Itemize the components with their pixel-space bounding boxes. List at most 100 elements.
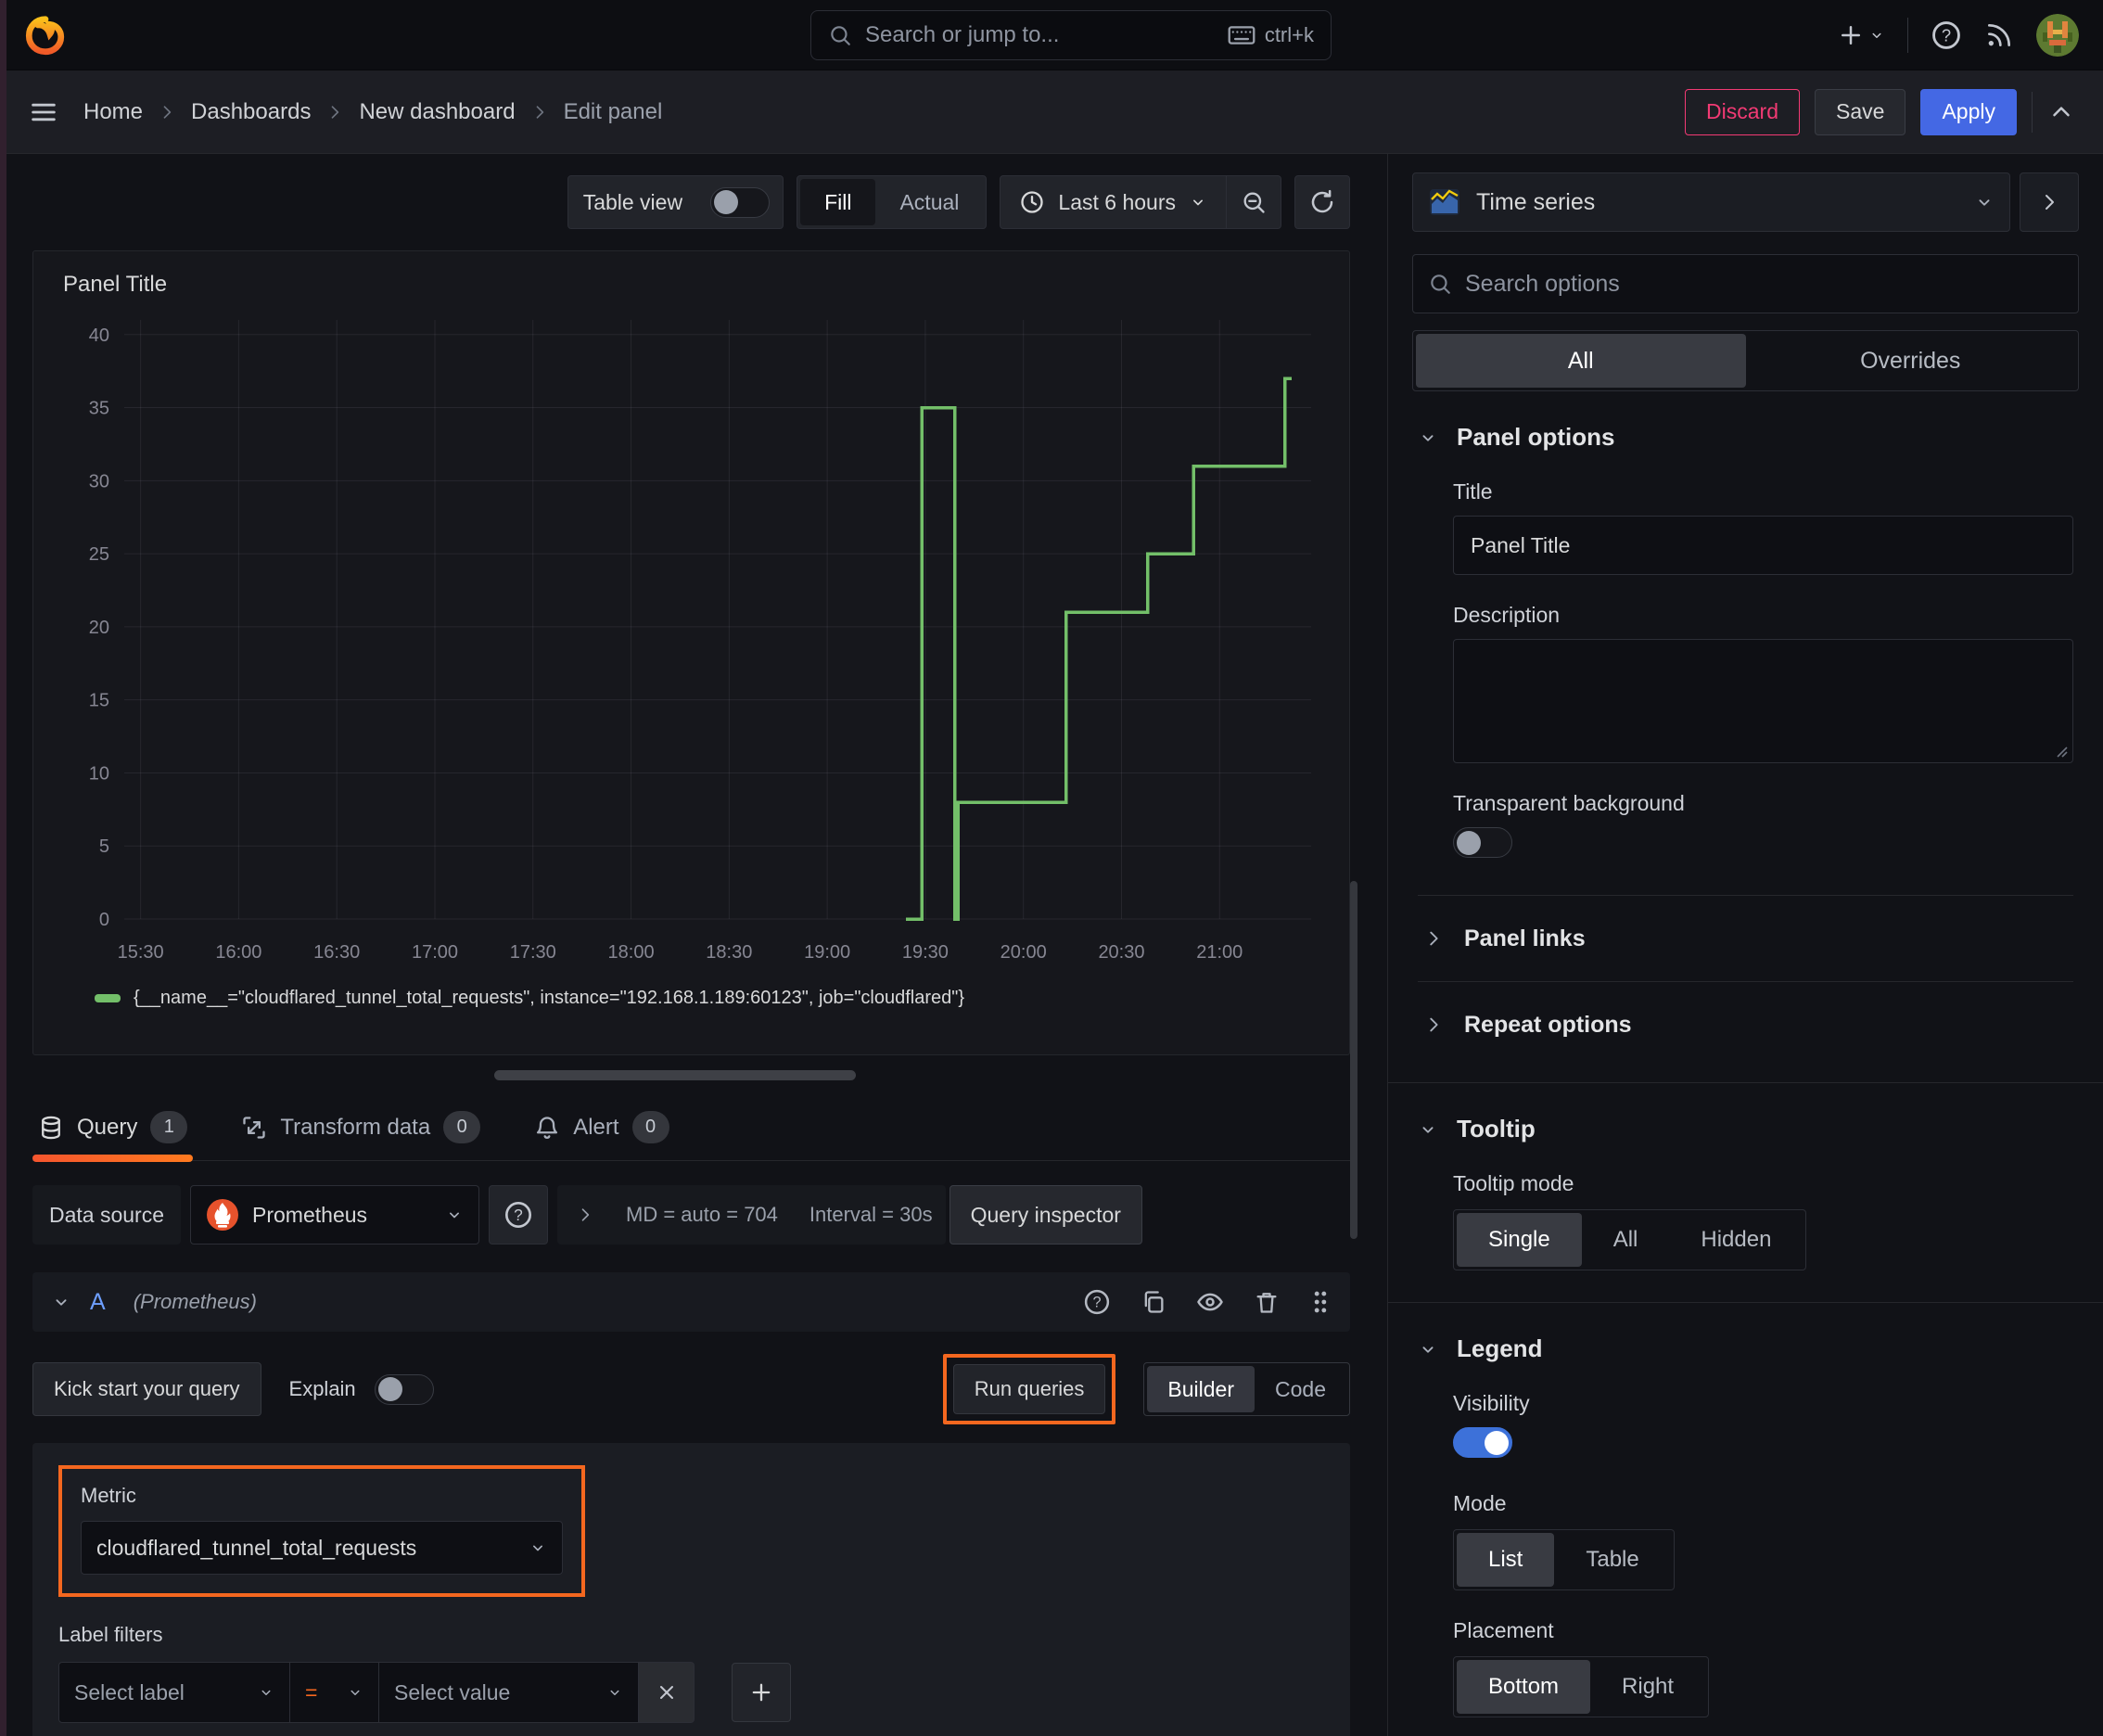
duplicate-query-icon[interactable]	[1141, 1289, 1166, 1315]
explain-label: Explain	[288, 1377, 356, 1400]
visibility-label: Visibility	[1453, 1391, 1530, 1415]
metric-select[interactable]: cloudflared_tunnel_total_requests	[81, 1521, 563, 1575]
tooltip-header[interactable]: Tooltip	[1418, 1115, 2073, 1143]
tooltip-single-option[interactable]: Single	[1457, 1213, 1582, 1267]
tooltip-section: Tooltip Tooltip mode Single All Hidden	[1412, 1083, 2079, 1276]
panel-title-input[interactable]	[1453, 516, 2073, 575]
title-field-label: Title	[1453, 479, 1493, 504]
tab-all[interactable]: All	[1416, 334, 1746, 388]
svg-text:20:00: 20:00	[1001, 942, 1047, 963]
table-view-toggle[interactable]	[710, 186, 771, 218]
query-actions-row: Kick start your query Explain Run querie…	[32, 1354, 1350, 1424]
tab-query[interactable]: Query 1	[32, 1111, 194, 1162]
top-nav: Search or jump to... ctrl+k ?	[0, 0, 2103, 70]
query-editor-header[interactable]: A (Prometheus) ?	[32, 1272, 1350, 1332]
svg-text:15: 15	[89, 691, 109, 711]
add-filter-button[interactable]	[732, 1663, 791, 1722]
toggle-viz-picker-button[interactable]	[2020, 172, 2079, 232]
transparent-bg-toggle[interactable]	[1453, 827, 1512, 858]
remove-filter-button[interactable]	[639, 1662, 695, 1723]
caret-down-icon	[610, 1690, 619, 1695]
tab-overrides[interactable]: Overrides	[1746, 334, 2076, 388]
transform-count-badge: 0	[443, 1111, 481, 1143]
breadcrumb-home[interactable]: Home	[83, 99, 143, 125]
query-tabs: Query 1 Transform data 0 Alert 0	[32, 1094, 1350, 1162]
left-pane-scrollbar[interactable]	[1350, 881, 1357, 1239]
timeseries-chart[interactable]: 0 5 10 15 20 25 30 35 40 15:30 16:00 16:30 17:00 17:3…	[50, 303, 1330, 986]
fill-option[interactable]: Fill	[800, 179, 876, 225]
caret-down-icon	[1422, 1126, 1434, 1133]
prometheus-icon	[206, 1198, 239, 1232]
select-label-dropdown[interactable]: Select label	[58, 1662, 290, 1723]
query-help-icon[interactable]: ?	[1083, 1288, 1111, 1316]
resize-corner-icon[interactable]	[2054, 744, 2069, 759]
svg-text:20: 20	[89, 618, 109, 638]
query-inspector-button[interactable]: Query inspector	[949, 1185, 1142, 1245]
delete-query-icon[interactable]	[1254, 1289, 1280, 1315]
save-button[interactable]: Save	[1815, 88, 1906, 135]
builder-option[interactable]: Builder	[1147, 1366, 1255, 1412]
select-value-dropdown[interactable]: Select value	[379, 1662, 639, 1723]
datasource-picker[interactable]: Prometheus	[190, 1185, 480, 1245]
add-menu-button[interactable]	[1837, 21, 1885, 49]
menu-icon[interactable]	[28, 96, 59, 128]
datasource-help-button[interactable]: ?	[489, 1185, 549, 1245]
legend-label[interactable]: {__name__="cloudflared_tunnel_total_requ…	[134, 988, 964, 1009]
breadcrumb-edit-panel: Edit panel	[563, 98, 663, 124]
legend-mode-list[interactable]: List	[1457, 1533, 1555, 1587]
user-avatar[interactable]	[2036, 13, 2079, 57]
svg-text:16:00: 16:00	[215, 942, 261, 963]
zoom-out-button[interactable]	[1227, 175, 1281, 229]
options-search[interactable]: Search options	[1412, 254, 2079, 313]
legend-mode-segmented: List Table	[1453, 1529, 1675, 1590]
tab-alert[interactable]: Alert 0	[529, 1111, 674, 1160]
discard-button[interactable]: Discard	[1685, 88, 1801, 135]
description-textarea[interactable]	[1453, 639, 2073, 763]
window-edge	[0, 0, 6, 1736]
svg-text:15:30: 15:30	[118, 942, 164, 963]
global-search[interactable]: Search or jump to... ctrl+k	[810, 10, 1332, 60]
chart-legend[interactable]: {__name__="cloudflared_tunnel_total_requ…	[50, 988, 1332, 1009]
legend-visibility-toggle[interactable]	[1453, 1427, 1512, 1458]
breadcrumb-bar: Home Dashboards New dashboard Edit panel…	[0, 70, 2103, 154]
pane-resize-handle[interactable]	[494, 1069, 856, 1080]
legend-placement-right[interactable]: Right	[1590, 1660, 1705, 1714]
breadcrumb-dashboards[interactable]: Dashboards	[191, 99, 311, 125]
kick-start-button[interactable]: Kick start your query	[32, 1362, 261, 1416]
help-button[interactable]: ?	[1931, 19, 1962, 51]
news-rss-button[interactable]	[1984, 20, 2014, 50]
table-view-group: Table view	[567, 175, 784, 229]
visualization-picker[interactable]: Time series	[1412, 172, 2010, 232]
legend-mode-table[interactable]: Table	[1554, 1533, 1670, 1587]
code-option[interactable]: Code	[1255, 1366, 1346, 1412]
chevron-right-icon	[1430, 931, 1438, 946]
tooltip-all-option[interactable]: All	[1582, 1213, 1670, 1267]
toggle-visibility-icon[interactable]	[1196, 1288, 1224, 1316]
query-options-collapsed[interactable]: MD = auto = 704 Interval = 30s	[557, 1185, 946, 1245]
legend-header[interactable]: Legend	[1418, 1334, 2073, 1363]
repeat-options-section-header[interactable]: Repeat options	[1418, 982, 2073, 1067]
svg-text:35: 35	[89, 399, 109, 419]
caret-down-icon	[1979, 199, 1990, 206]
grafana-logo[interactable]	[24, 14, 67, 57]
actual-option[interactable]: Actual	[875, 179, 983, 225]
svg-text:25: 25	[89, 544, 109, 565]
search-icon	[828, 23, 852, 47]
tab-transform-data[interactable]: Transform data 0	[236, 1111, 486, 1160]
panel-preview[interactable]: Panel Title 0 5 10 15 20 25 30 35 40 15:30 16:00 16…	[32, 250, 1350, 1055]
refresh-button[interactable]	[1295, 175, 1349, 229]
run-queries-button[interactable]: Run queries	[952, 1364, 1106, 1414]
tooltip-hidden-option[interactable]: Hidden	[1669, 1213, 1803, 1267]
apply-button[interactable]: Apply	[1920, 88, 2017, 135]
explain-toggle[interactable]	[374, 1373, 434, 1405]
drag-query-grip-icon[interactable]	[1309, 1289, 1332, 1315]
svg-text:19:30: 19:30	[902, 942, 949, 963]
time-range-picker[interactable]: Last 6 hours	[1001, 176, 1226, 228]
legend-placement-bottom[interactable]: Bottom	[1457, 1660, 1591, 1714]
svg-text:16:30: 16:30	[313, 942, 360, 963]
panel-options-header[interactable]: Panel options	[1418, 423, 2073, 452]
collapse-options-button[interactable]	[2047, 98, 2075, 126]
breadcrumb-new-dashboard[interactable]: New dashboard	[359, 99, 515, 125]
operator-dropdown[interactable]: =	[290, 1662, 379, 1723]
panel-links-section-header[interactable]: Panel links	[1418, 896, 2073, 981]
